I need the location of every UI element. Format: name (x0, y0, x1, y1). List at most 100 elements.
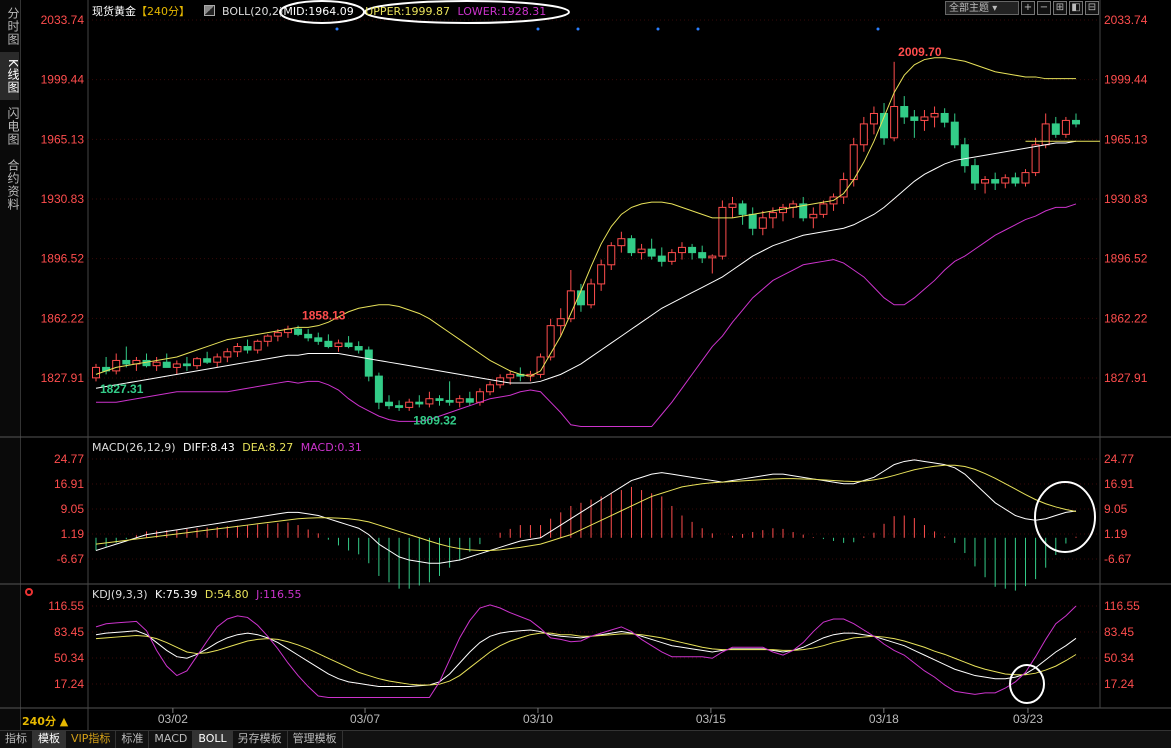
candle-body (991, 179, 1000, 184)
x-tick-label: 03/18 (869, 712, 899, 726)
candle-body (587, 283, 596, 306)
candle-body (859, 123, 868, 146)
event-marker-dot (576, 27, 580, 31)
candle-body (869, 112, 878, 125)
price-tick-label-left: 1930.83 (41, 192, 85, 206)
candle-body (748, 213, 757, 229)
candle-body (576, 290, 585, 306)
bottom-tab-0[interactable]: 指标 (0, 731, 33, 748)
candle-body (849, 144, 858, 181)
bottom-tab-3[interactable]: 标准 (116, 731, 150, 748)
bottom-tab-6[interactable]: 另存模板 (233, 731, 288, 748)
candle-body (182, 363, 191, 367)
candle-body (193, 358, 202, 367)
candle-body (334, 342, 343, 348)
price-tick-label-right: 2033.74 (1104, 13, 1148, 27)
candle-body (314, 337, 323, 342)
candle-body (940, 112, 949, 123)
candle-body (395, 405, 404, 408)
boll-mid-line (95, 140, 1077, 389)
bottom-tab-1[interactable]: 模板 (33, 731, 66, 748)
macd-tick-label-left: -6.67 (57, 552, 85, 566)
macd-name: MACD(26,12,9) (92, 441, 176, 454)
candle-body (546, 325, 555, 358)
kdj-tick-label-left: 17.24 (54, 677, 84, 691)
macd-tick-label-left: 1.19 (61, 527, 85, 541)
boll-label: BOLL(20,2) (222, 5, 284, 18)
chart-canvas[interactable]: 2009.70 1858.13 1827.31 1809.32 2033.74 2033… (0, 0, 1171, 730)
macd-tick-label-right: 9.05 (1104, 502, 1128, 516)
macd-diff-label: DIFF:8.43 (183, 441, 235, 454)
candle-body (384, 401, 393, 407)
candle-body (203, 358, 212, 363)
kdj-d-label: D:54.80 (204, 588, 249, 601)
event-marker-dot (536, 27, 540, 31)
instrument-name: 现货黄金 (92, 5, 136, 18)
chevron-down-icon: ▾ (992, 3, 998, 14)
theme-select-label: 全部主题 (949, 3, 989, 14)
candle-body (122, 359, 131, 365)
bottom-tab-2[interactable]: VIP指标 (66, 731, 117, 748)
period-selector[interactable]: 240分 ▲ (22, 713, 68, 729)
candle-body (718, 206, 727, 257)
split-icon[interactable]: ◧ (1069, 1, 1083, 15)
price-tick-label-right: 1862.22 (1104, 311, 1148, 325)
event-marker-dot (335, 27, 339, 31)
settings-icon[interactable] (25, 588, 33, 596)
candle-body (688, 246, 697, 254)
candle-body (607, 245, 616, 266)
price-tick-label-left: 1999.44 (41, 73, 85, 87)
price-tick-label-left: 1965.13 (41, 132, 85, 146)
candle-body (1031, 144, 1040, 174)
chart-toolbar: 全部主题 ▾ + − ⊞ ◧ ⊟ (945, 1, 1099, 17)
x-tick-label: 03/07 (350, 712, 380, 726)
candle-body (506, 373, 515, 379)
macd-dea-line (95, 464, 1077, 552)
candle-body (910, 116, 919, 121)
event-marker-dot (876, 27, 880, 31)
price-tick-label-left: 1827.91 (41, 371, 85, 385)
candle-body (981, 179, 990, 184)
candle-body (839, 179, 848, 198)
kdj-d-line (95, 632, 1077, 686)
bottom-tab-7[interactable]: 管理模板 (288, 731, 343, 748)
price-annotation: 1858.13 (302, 308, 346, 322)
price-annotation: 1809.32 (413, 413, 457, 427)
price-tick-label-right: 1999.44 (1104, 73, 1148, 87)
candle-body (253, 340, 262, 351)
theme-select[interactable]: 全部主题 ▾ (945, 1, 1019, 15)
x-tick-label: 03/15 (696, 712, 726, 726)
candle-body (657, 255, 666, 262)
candle-body (556, 318, 565, 327)
candle-body (324, 340, 333, 348)
candle-body (1072, 119, 1080, 125)
candle-body (768, 212, 777, 219)
macd-tick-label-right: -6.67 (1104, 552, 1132, 566)
candle-body (304, 333, 313, 339)
bottom-tab-bar: 指标 模板 VIP指标 标准 MACD BOLL 另存模板 管理模板 (0, 730, 1171, 748)
candle-body (920, 116, 929, 121)
kdj-tick-label-left: 116.55 (48, 599, 84, 613)
candle-body (667, 252, 676, 262)
candle-body (1001, 177, 1010, 184)
candle-body (152, 361, 161, 367)
candle-body (486, 384, 495, 393)
bottom-tab-5[interactable]: BOLL (193, 731, 233, 748)
price-annotation: 2009.70 (898, 45, 942, 59)
macd-diff-line (95, 459, 1077, 564)
zoom-out-icon[interactable]: − (1037, 1, 1051, 15)
kdj-tick-label-right: 83.45 (1104, 625, 1134, 639)
boll-lower-label: LOWER:1928.31 (457, 5, 547, 18)
candle-body (112, 359, 121, 372)
annotation-overlays (279, 0, 1096, 704)
candle-body (364, 349, 373, 377)
x-tick-label: 03/23 (1013, 712, 1043, 726)
bottom-tab-4[interactable]: MACD (149, 731, 194, 748)
zoom-in-icon[interactable]: + (1021, 1, 1035, 15)
kdj-k-label: K:75.39 (155, 588, 198, 601)
layout-icon[interactable]: ⊟ (1085, 1, 1099, 15)
price-tick-label-left: 1862.22 (41, 311, 85, 325)
candle-body (243, 346, 252, 351)
candle-body (354, 346, 363, 351)
grid-icon[interactable]: ⊞ (1053, 1, 1067, 15)
